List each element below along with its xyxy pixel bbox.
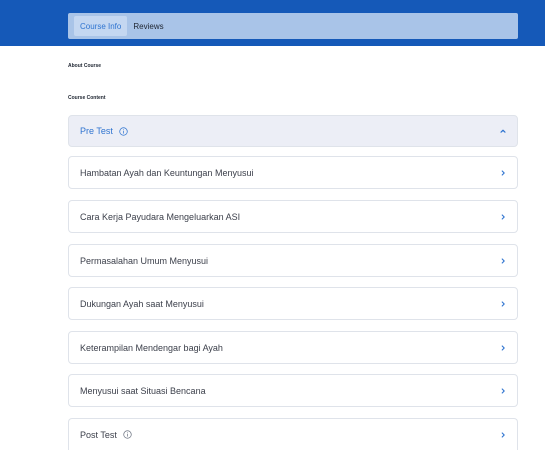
chevron-right-icon[interactable] [499, 387, 507, 395]
tab-reviews[interactable]: Reviews [127, 16, 169, 36]
accordion-title: Hambatan Ayah dan Keuntungan Menyusui [80, 167, 254, 178]
chevron-right-icon[interactable] [499, 257, 507, 265]
accordion-title: Pre Test [80, 126, 113, 136]
about-course-heading: About Course [68, 63, 102, 69]
chevron-right-icon[interactable] [499, 213, 507, 221]
accordion-keterampilan-mendengar[interactable]: Keterampilan Mendengar bagi Ayah [68, 331, 518, 364]
info-circle-icon [119, 126, 128, 136]
chevron-right-icon[interactable] [499, 169, 507, 177]
info-circle-icon [123, 430, 132, 439]
tab-course-info[interactable]: Course Info [74, 16, 128, 36]
accordion-title: Cara Kerja Payudara Mengeluarkan ASI [80, 211, 241, 222]
chevron-right-icon[interactable] [499, 300, 507, 308]
accordion-dukungan-ayah[interactable]: Dukungan Ayah saat Menyusui [68, 287, 518, 320]
top-header-bar: Course Info Reviews [0, 0, 545, 46]
accordion-title: Permasalahan Umum Menyusui [80, 255, 209, 266]
accordion-post-test[interactable]: Post Test [68, 418, 518, 450]
accordion-title: Keterampilan Mendengar bagi Ayah [80, 342, 223, 353]
accordion-cara-kerja-payudara[interactable]: Cara Kerja Payudara Mengeluarkan ASI [68, 200, 518, 233]
accordion-title: Dukungan Ayah saat Menyusui [80, 298, 204, 309]
accordion-permasalahan-umum[interactable]: Permasalahan Umum Menyusui [68, 244, 518, 277]
course-content-heading: Course Content [68, 95, 106, 101]
accordion-situasi-bencana[interactable]: Menyusui saat Situasi Bencana [68, 374, 518, 407]
chevron-right-icon[interactable] [499, 344, 507, 352]
chevron-up-icon[interactable] [499, 127, 507, 135]
accordion-title: Post Test [80, 429, 117, 440]
course-tabs: Course Info Reviews [68, 13, 518, 39]
chevron-right-icon[interactable] [499, 431, 507, 439]
accordion-hambatan-ayah[interactable]: Hambatan Ayah dan Keuntungan Menyusui [68, 156, 518, 189]
accordion-pre-test[interactable]: Pre Test [68, 115, 518, 147]
accordion-title: Menyusui saat Situasi Bencana [80, 385, 206, 396]
